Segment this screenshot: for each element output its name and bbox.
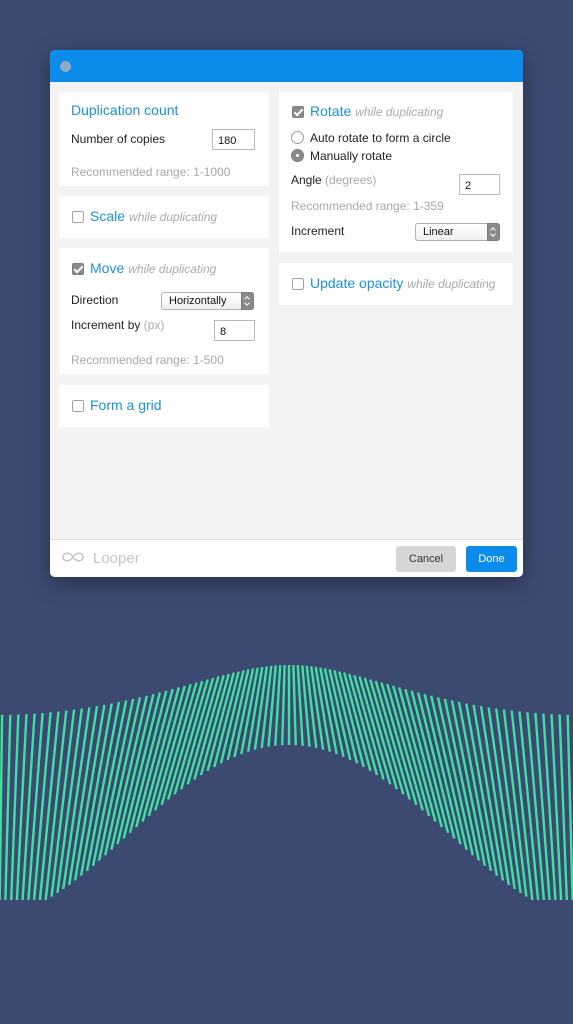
wave-line	[281, 665, 286, 746]
cancel-button[interactable]: Cancel	[396, 546, 456, 572]
wave-line	[386, 683, 424, 811]
rotate-increment-label: Increment	[291, 224, 345, 238]
wave-line	[374, 680, 411, 800]
duplication-card: Duplication count Number of copies Recom…	[59, 92, 269, 186]
wave-line	[167, 680, 204, 800]
auto-rotate-radio[interactable]	[291, 131, 304, 144]
wave-line	[0, 714, 4, 900]
wave-line	[380, 682, 418, 806]
wave-line	[147, 685, 186, 817]
increment-by-text: Increment by	[71, 318, 141, 332]
rotate-checkbox[interactable]	[292, 106, 304, 118]
wave-line	[292, 665, 297, 746]
move-range: Recommended range: 1-500	[71, 353, 224, 367]
manual-rotate-radio[interactable]	[291, 149, 304, 162]
move-checkbox[interactable]	[72, 263, 84, 275]
wave-line	[274, 665, 282, 746]
wave-line	[154, 683, 192, 811]
angle-input[interactable]	[459, 174, 500, 195]
rotate-title-text: Rotate	[310, 103, 352, 119]
copies-input[interactable]	[212, 129, 255, 150]
looper-wave-illustration	[0, 665, 573, 900]
copies-label: Number of copies	[71, 132, 166, 146]
window-close-dot[interactable]	[60, 61, 71, 72]
wave-line	[369, 679, 405, 795]
wave-line	[333, 670, 359, 764]
wave-line	[392, 685, 431, 817]
angle-unit: (degrees)	[325, 173, 377, 187]
opacity-title-text: Update opacity	[310, 275, 404, 291]
updown-arrows-icon	[241, 292, 254, 310]
move-card: Move while duplicating Direction Horizont…	[59, 248, 269, 374]
rotate-increment-select[interactable]: Linear	[415, 223, 500, 241]
increment-by-label: Increment by (px)	[71, 318, 164, 332]
rotate-range: Recommended range: 1-359	[291, 199, 444, 213]
rotate-card: Rotate while duplicating Auto rotate to f…	[279, 92, 513, 252]
move-title[interactable]: Move while duplicating	[90, 260, 216, 276]
scale-title-text: Scale	[90, 208, 126, 224]
scale-card: Scale while duplicating	[59, 196, 269, 238]
duplication-title: Duplication count	[71, 102, 179, 118]
done-button[interactable]: Done	[466, 546, 517, 572]
grid-card: Form a grid	[59, 385, 269, 427]
manual-rotate-label[interactable]: Manually rotate	[310, 149, 392, 163]
wave-line	[219, 670, 245, 764]
direction-value: Horizontally	[169, 295, 227, 307]
wave-line	[398, 687, 437, 822]
auto-rotate-label[interactable]: Auto rotate to form a circle	[310, 131, 451, 145]
rotate-increment-value: Linear	[423, 226, 454, 238]
direction-label: Direction	[71, 293, 119, 307]
opacity-checkbox[interactable]	[292, 278, 304, 290]
opacity-title[interactable]: Update opacity while duplicating	[310, 275, 495, 291]
grid-title[interactable]: Form a grid	[90, 397, 162, 413]
rotate-title[interactable]: Rotate while duplicating	[310, 103, 443, 119]
wave-line	[141, 687, 180, 822]
infinity-logo-icon	[62, 552, 84, 562]
title-bar[interactable]	[50, 50, 523, 82]
direction-select[interactable]: Horizontally	[161, 292, 254, 310]
wave-line	[296, 665, 304, 746]
wave-line	[173, 679, 209, 795]
wave-line	[160, 682, 198, 806]
wave-line	[62, 707, 91, 890]
increment-by-unit: (px)	[143, 318, 165, 332]
wave-line	[566, 714, 573, 900]
rotate-hint: while duplicating	[355, 105, 444, 119]
duplication-range: Recommended range: 1-1000	[71, 165, 231, 179]
looper-dialog: Duplication count Number of copies Recom…	[50, 50, 523, 577]
scale-checkbox[interactable]	[72, 211, 84, 223]
logo-text: Looper	[93, 550, 140, 567]
angle-label: Angle (degrees)	[291, 173, 376, 187]
scale-hint: while duplicating	[129, 210, 218, 224]
wave-line	[487, 707, 516, 890]
move-title-text: Move	[90, 260, 125, 276]
opacity-hint: while duplicating	[407, 277, 496, 291]
move-hint: while duplicating	[128, 262, 217, 276]
increment-by-input[interactable]	[214, 320, 255, 341]
opacity-card: Update opacity while duplicating	[279, 263, 513, 305]
grid-checkbox[interactable]	[72, 400, 84, 412]
scale-title[interactable]: Scale while duplicating	[90, 208, 217, 224]
wave-line	[4, 714, 12, 900]
updown-arrows-icon	[487, 223, 500, 241]
angle-text: Angle	[291, 173, 322, 187]
dialog-footer: Looper Cancel Done	[50, 539, 523, 577]
